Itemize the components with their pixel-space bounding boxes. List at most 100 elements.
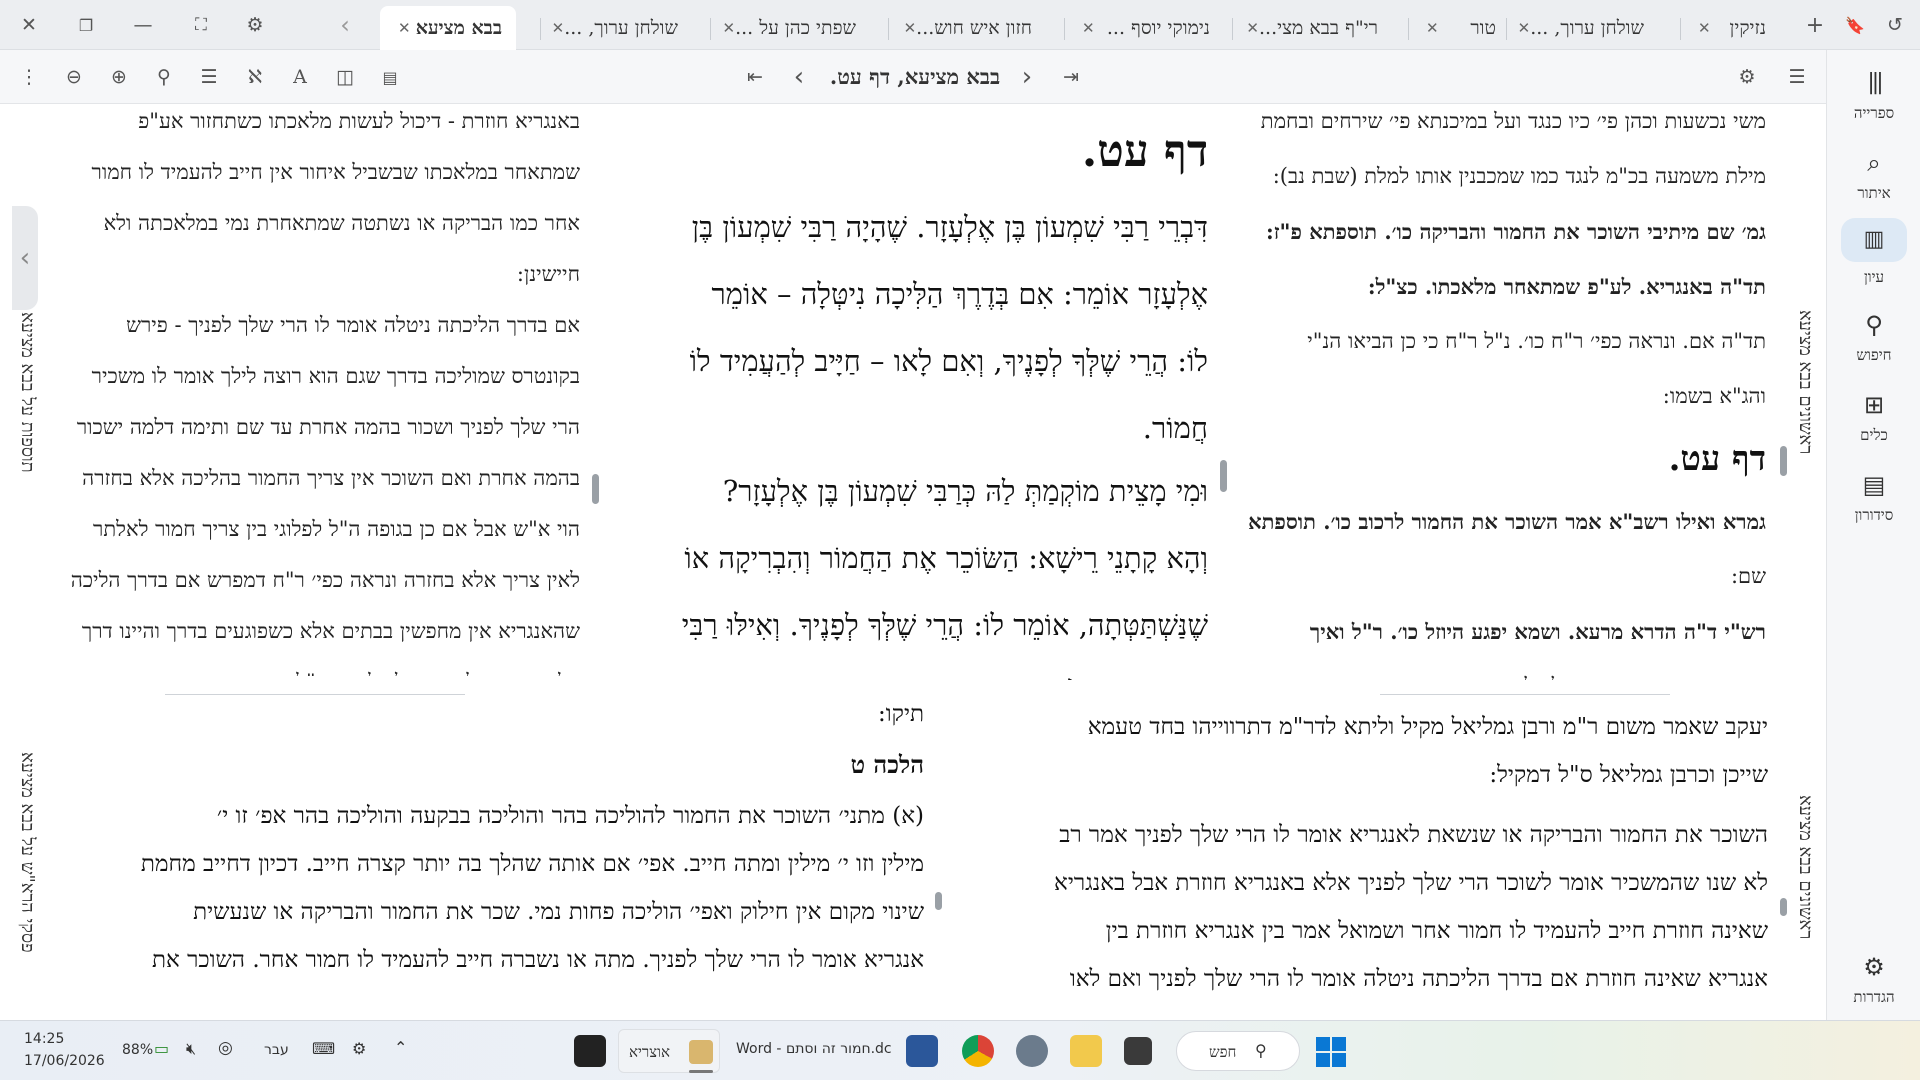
- text-line: שאינה חוזרת חייב להעמיד לו חמור אחר ושמו…: [1105, 918, 1768, 944]
- main-text-paragraph: דִּבְרֵי רַבִּי שִׁמְעוֹן בֶּן אֶלְעָזָר…: [618, 194, 1208, 462]
- text-format-icon[interactable]: A: [285, 62, 315, 92]
- tab-separator: [540, 18, 541, 40]
- input-language[interactable]: עבר: [264, 1042, 289, 1058]
- menu-icon[interactable]: ☰: [1782, 62, 1812, 92]
- network-icon[interactable]: ◎: [218, 1038, 233, 1058]
- commentary-line: גמ׳ שם מיתיבי השוכר את החמור והבריקה כו׳…: [1265, 219, 1766, 244]
- tab-shach[interactable]: שפתי כהן על ... ✕: [710, 6, 870, 50]
- nikud-icon[interactable]: ℵ: [240, 62, 270, 92]
- word-icon[interactable]: [906, 1035, 938, 1067]
- tab-separator: [1232, 18, 1233, 40]
- start-button[interactable]: [1316, 1037, 1346, 1067]
- battery-icon[interactable]: ▭: [154, 1039, 169, 1058]
- tab-label: נזיקין: [1729, 16, 1766, 39]
- scrollbar-thumb-bottom-right[interactable]: [1780, 898, 1787, 916]
- app-icon-dark[interactable]: [574, 1035, 606, 1067]
- task-view-icon[interactable]: [1124, 1037, 1152, 1065]
- split-view-icon[interactable]: ◫: [330, 62, 360, 92]
- pane-label-rishonim-bottom[interactable]: ראשונים בבא מציעא: [1794, 795, 1816, 939]
- close-tab-icon[interactable]: ✕: [1514, 19, 1531, 37]
- pane-splitter-right[interactable]: [1380, 694, 1670, 695]
- last-page-icon[interactable]: ⇥: [1056, 62, 1086, 92]
- volume-muted-icon[interactable]: 🔇︎: [186, 1039, 196, 1059]
- sidebar-item-study[interactable]: ▥ עיון: [1835, 218, 1913, 296]
- close-tab-icon[interactable]: ✕: [548, 19, 565, 37]
- scrollbar-thumb-main[interactable]: [1220, 460, 1227, 492]
- sidebar-item-locate[interactable]: ⌕ איתור: [1835, 142, 1913, 220]
- bottom-left-pane: תיקו: הלכה ט (א) מתני׳ השוכר את החמור לה…: [52, 690, 924, 1020]
- close-tab-icon[interactable]: ✕: [900, 19, 917, 37]
- tray-overflow-icon[interactable]: ⌃: [394, 1038, 407, 1057]
- commentary-line: רש"י ד"ה הדרא מרעא. ושמא יפגע היוזל כו׳.…: [1309, 619, 1766, 644]
- commentary-line: הוי א"ש אבל אם כן בגופה ה"ל לפלוגי בין צ…: [93, 517, 580, 541]
- view-settings-icon[interactable]: ⚙: [1732, 62, 1762, 92]
- tab-rif[interactable]: רי"ף בבא מצי... ✕: [1232, 6, 1392, 50]
- clock-date[interactable]: 17/06/2026: [24, 1053, 105, 1069]
- commentary-line: גמרא ואילו רשב"א אמר השוכר את החמור לרכו…: [1248, 509, 1766, 534]
- tab-tur[interactable]: טור ✕: [1408, 6, 1510, 50]
- tab-shulchan-aruch-1[interactable]: שולחן ערוך, ... ✕: [540, 6, 692, 50]
- pane-label-tosafot[interactable]: תוספות על בבא מציעא: [16, 312, 38, 473]
- tab-shulchan-aruch-2[interactable]: שולחן ערוך, ... ✕: [1506, 6, 1658, 50]
- tab-bava-metzia[interactable]: בבא מציעא ✕: [380, 6, 516, 50]
- windows-logo-icon: [1332, 1053, 1346, 1067]
- minimize-window-icon[interactable]: —: [128, 10, 158, 40]
- prev-page-icon[interactable]: ‹: [784, 62, 814, 92]
- history-icon[interactable]: ↺: [1880, 10, 1910, 40]
- pane-label-rosh[interactable]: פסקי הרא"ש על בבא מציעא: [16, 752, 38, 953]
- word-window-title[interactable]: Word - חמור זה וסתם.dc: [736, 1041, 892, 1057]
- close-tab-icon[interactable]: ✕: [719, 19, 736, 37]
- text-line: שֶׁנַּשְׁתַּטְּתָה, אוֹמֵר לוֹ: הֲרֵי שֶ…: [681, 608, 1208, 642]
- tab-label: שולחן ערוך, ...: [1530, 16, 1644, 39]
- settings-gear-icon[interactable]: ⚙: [240, 10, 270, 40]
- scrollbar-thumb-bottom-left[interactable]: [935, 892, 942, 910]
- fullscreen-icon[interactable]: ⛶: [186, 10, 216, 40]
- tab-label: טור: [1470, 16, 1496, 39]
- first-page-icon[interactable]: ⇤: [740, 62, 770, 92]
- close-tab-icon[interactable]: ✕: [1242, 19, 1259, 37]
- zoom-in-icon[interactable]: ⊕: [104, 62, 134, 92]
- tab-separator: [1064, 18, 1065, 40]
- next-page-icon[interactable]: ›: [1012, 62, 1042, 92]
- sidebar-item-tools[interactable]: ⊞ כלים: [1835, 384, 1913, 462]
- sidebar-item-library[interactable]: ||| ספרייה: [1835, 62, 1913, 140]
- find-icon[interactable]: ⚲: [149, 62, 179, 92]
- battery-percent[interactable]: 88%: [122, 1042, 153, 1058]
- commentary-line: חיישינן:: [516, 262, 580, 286]
- tray-settings-icon[interactable]: ⚙: [352, 1039, 366, 1058]
- tab-chazon-ish[interactable]: חזון איש חוש... ✕: [888, 6, 1046, 50]
- zoom-out-icon[interactable]: ⊖: [59, 62, 89, 92]
- scrollbar-thumb-right[interactable]: [1780, 446, 1787, 476]
- tabs-scroll-left-icon[interactable]: ‹: [330, 10, 360, 40]
- pane-label-rishonim[interactable]: ראשונים בבא מציעא: [1794, 310, 1816, 454]
- sidebar-item-settings[interactable]: ⚙ הגדרות: [1835, 946, 1913, 1024]
- list-icon[interactable]: ☰: [194, 62, 224, 92]
- tab-nimukei-yosef[interactable]: נימוקי יוסף ... ✕: [1064, 6, 1224, 50]
- sidebar-item-siddur[interactable]: ▤ סידורון: [1835, 464, 1913, 542]
- more-options-icon[interactable]: ⋮: [14, 62, 44, 92]
- daf-heading: דף עט.: [1081, 126, 1208, 177]
- scrollbar-thumb-left[interactable]: [592, 474, 599, 504]
- taskbar-search-box[interactable]: חפש ⚲: [1176, 1031, 1300, 1071]
- file-explorer-icon[interactable]: [1070, 1035, 1102, 1067]
- pdf-icon[interactable]: ▤: [375, 62, 405, 92]
- close-tab-icon[interactable]: ✕: [1422, 19, 1439, 37]
- right-commentary-pane: משי נכשעות וכהן פי׳ כיו כנגד ועל במיכנתא…: [1246, 94, 1766, 680]
- collapse-panel-handle[interactable]: ‹: [12, 206, 38, 310]
- close-tab-icon[interactable]: ✕: [1694, 19, 1711, 37]
- tab-nezikin[interactable]: נזיקין ✕: [1680, 6, 1780, 50]
- text-line: יעקב שאמר משום ר"מ ורבן גמליאל מקיל ולית…: [1087, 714, 1768, 740]
- restore-window-icon[interactable]: ❐: [71, 10, 101, 40]
- taskbar-otzaria[interactable]: אוצריא: [618, 1029, 720, 1073]
- chrome-icon[interactable]: [962, 1035, 994, 1067]
- close-window-icon[interactable]: ✕: [14, 10, 44, 40]
- clock-time[interactable]: 14:25: [24, 1031, 64, 1047]
- bookmark-icon[interactable]: 🔖: [1840, 10, 1870, 40]
- settings-app-icon[interactable]: [1016, 1035, 1048, 1067]
- add-tab-icon[interactable]: +: [1800, 10, 1830, 40]
- close-tab-icon[interactable]: ✕: [1078, 19, 1095, 37]
- sidebar-item-search[interactable]: ⚲ חיפוש: [1835, 304, 1913, 382]
- windows-taskbar: 14:25 17/06/2026 88% ▭ 🔇︎ ◎ עבר ⌨ ⚙ ⌃ או…: [0, 1020, 1920, 1080]
- keyboard-icon[interactable]: ⌨: [312, 1039, 335, 1058]
- close-tab-icon[interactable]: ✕: [394, 19, 411, 37]
